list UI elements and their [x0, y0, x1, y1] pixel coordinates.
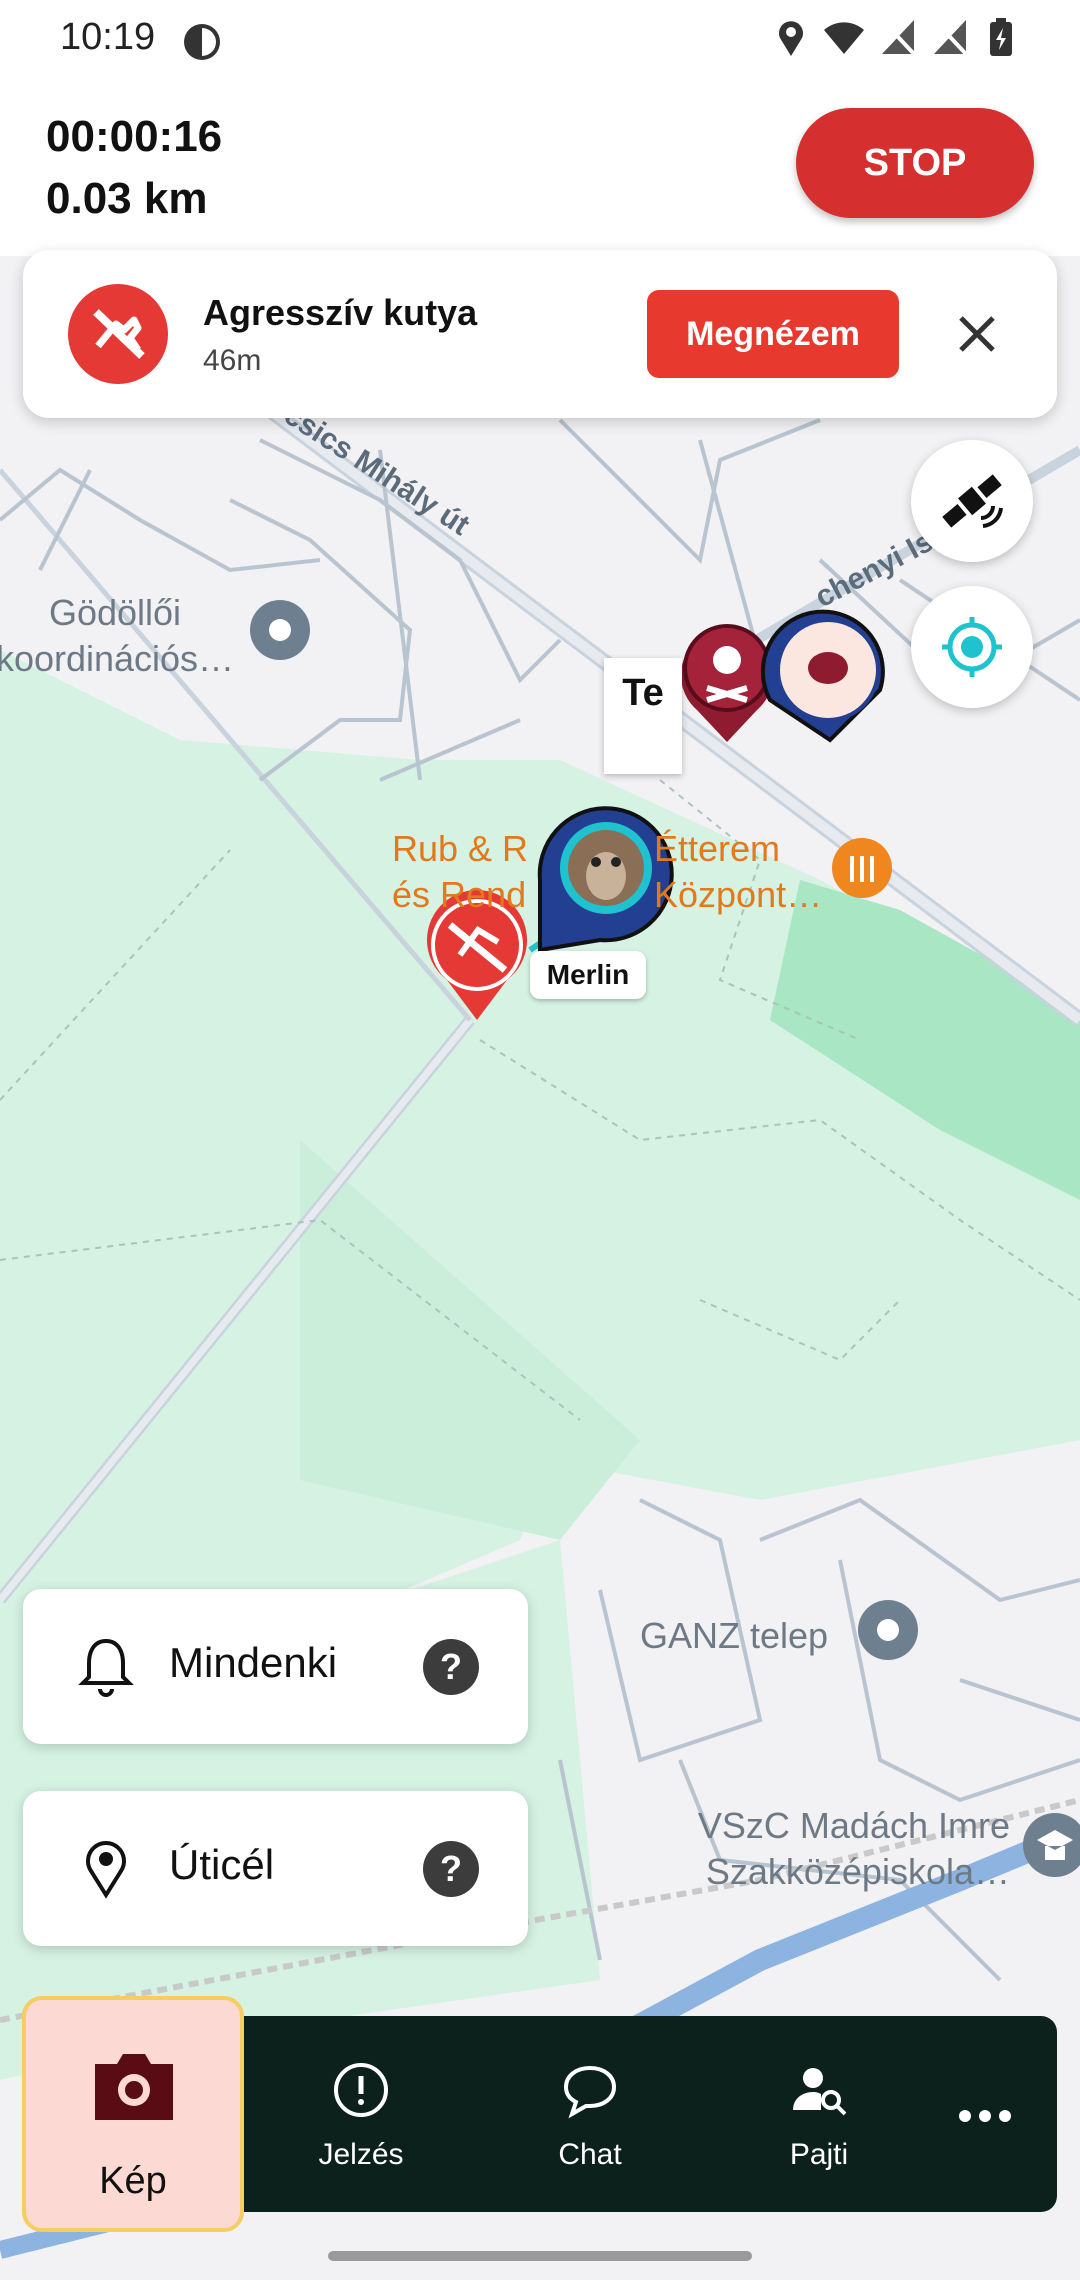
satellite-icon [942, 474, 1003, 528]
notify-everyone-card[interactable]: Mindenki ? [23, 1589, 528, 1744]
pet-name-label: Merlin [530, 951, 646, 999]
camera-icon [95, 2054, 173, 2120]
app-notification-icon [184, 24, 220, 60]
view-alert-button[interactable]: Megnézem [647, 290, 899, 378]
alert-title: Agresszív kutya [203, 292, 478, 333]
location-status-icon [779, 21, 803, 56]
help-icon[interactable]: ? [423, 1841, 479, 1897]
notify-everyone-label: Mindenki [169, 1639, 338, 1686]
tracking-header: 00:00:16 0.03 km STOP [0, 78, 1080, 256]
nav-label: Chat [558, 2138, 622, 2171]
hazard-alert-card: Agresszív kutya 46m Megnézem [23, 250, 1057, 418]
aggressive-dog-icon [68, 284, 168, 384]
my-location-icon [942, 617, 1002, 677]
destination-label: Úticél [169, 1841, 275, 1888]
nav-item-photo[interactable]: Kép [22, 1996, 244, 2232]
nav-label: Jelzés [318, 2138, 404, 2171]
destination-card[interactable]: Úticél ? [23, 1791, 528, 1946]
nav-item-report[interactable]: Jelzés [281, 2016, 441, 2212]
place-label: Rub & Rés Rend [392, 828, 529, 915]
elapsed-time: 00:00:16 [46, 112, 223, 161]
my-location-button[interactable] [911, 586, 1033, 708]
no-signal-icon [882, 20, 916, 56]
no-signal-icon [934, 20, 968, 56]
nav-item-friends[interactable]: Pajti [739, 2016, 899, 2212]
battery-charging-icon [990, 18, 1012, 56]
place-label: Gödöllői koordinációs… [0, 592, 235, 679]
chat-bubble-icon [563, 2065, 617, 2119]
wifi-icon [824, 22, 864, 54]
place-label: Étterem Központ… [654, 828, 823, 915]
you-marker-label: Te [604, 658, 682, 774]
place-pin-icon [858, 1600, 918, 1660]
restaurant-pin-icon [832, 838, 892, 898]
clock: 10:19 [60, 16, 156, 58]
nav-item-more[interactable] [905, 2016, 1065, 2212]
nav-item-chat[interactable]: Chat [510, 2016, 670, 2212]
home-indicator[interactable] [328, 2251, 752, 2261]
nav-label: Pajti [789, 2138, 849, 2171]
stop-button[interactable]: STOP [796, 108, 1034, 218]
person-search-icon [793, 2068, 847, 2116]
status-bar: 10:19 [0, 0, 1080, 78]
place-label: GANZ telep [640, 1615, 829, 1656]
alert-circle-icon [334, 2063, 388, 2117]
more-horizontal-icon [959, 2110, 1011, 2122]
location-pin-icon [86, 1841, 126, 1899]
help-icon[interactable]: ? [423, 1639, 479, 1695]
place-label: VSzC Madách Imre Szakközépiskola… [697, 1805, 1010, 1892]
alert-distance: 46m [203, 344, 262, 377]
satellite-layer-button[interactable] [911, 440, 1033, 562]
close-icon[interactable] [943, 300, 1011, 368]
bell-icon [78, 1638, 134, 1697]
nav-label: Kép [99, 2160, 167, 2202]
distance-walked: 0.03 km [46, 174, 208, 223]
